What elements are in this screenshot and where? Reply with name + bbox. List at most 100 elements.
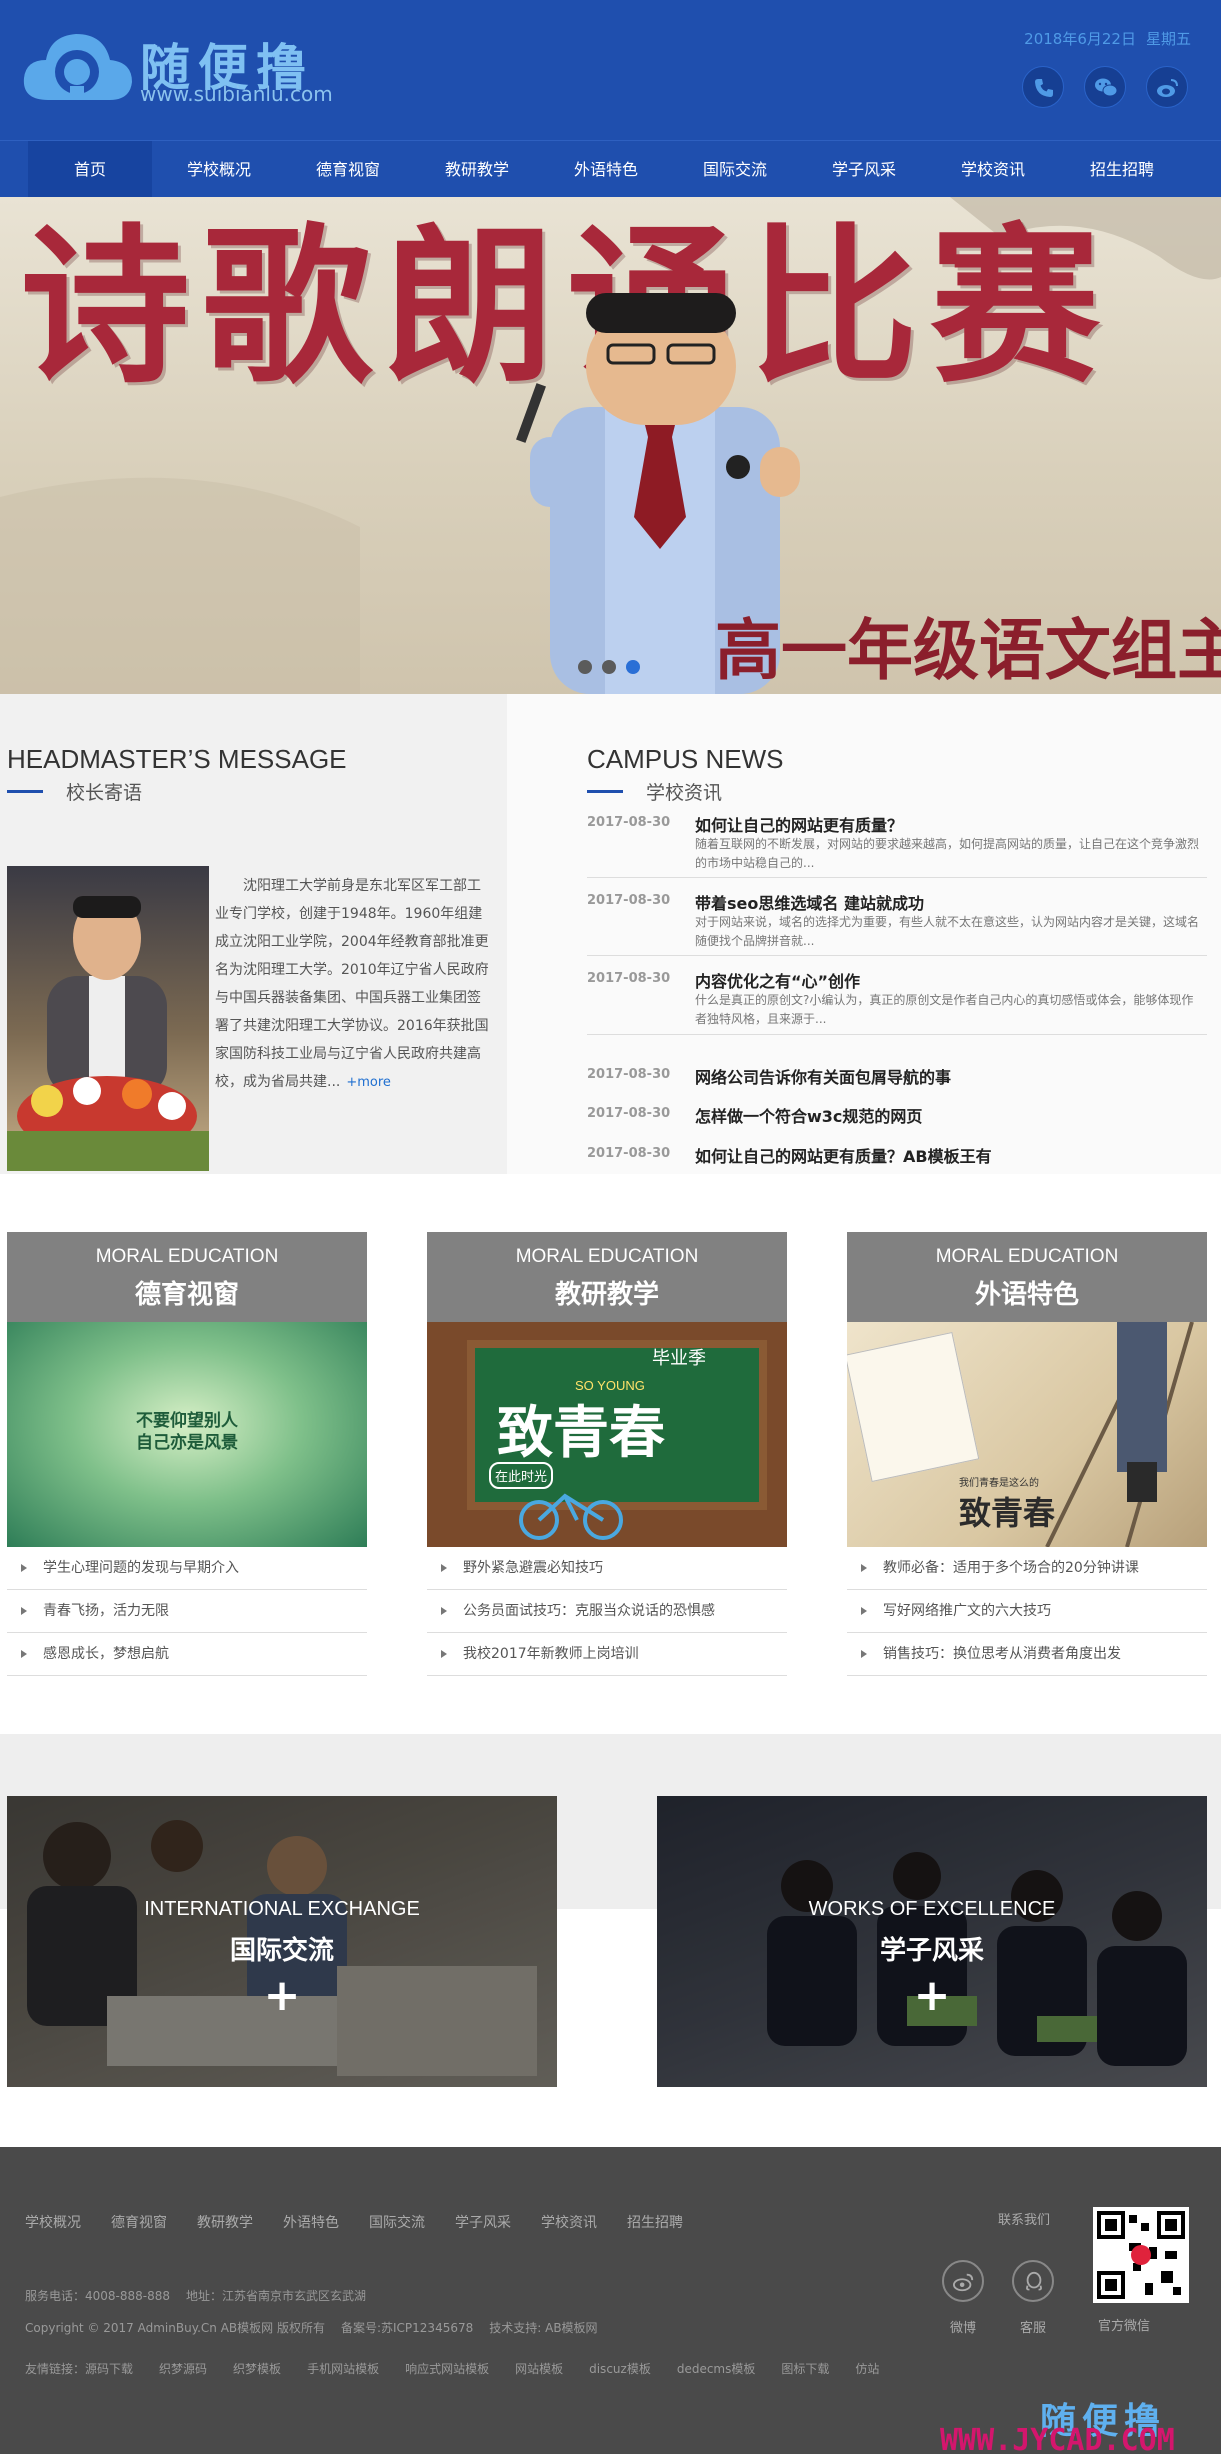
card-languages: MORAL EDUCATION 外语特色 我们青春是这么的 致青春 教师必备：适… xyxy=(847,1232,1207,1677)
card-item-text: 我校2017年新教师上岗培训 xyxy=(463,1646,639,1662)
card-image[interactable]: 不要仰望别人 自己亦是风景 xyxy=(7,1322,367,1547)
news-headline[interactable]: 如何让自己的网站更有质量？AB模板王有 xyxy=(695,1143,992,1167)
news-title: CAMPUS NEWS xyxy=(587,744,784,774)
header-date: 2018年6月22日 星期五 xyxy=(1024,28,1191,49)
site-header: 随便撸 www.suibianlu.com 2018年6月22日 星期五 xyxy=(0,0,1221,140)
news-item[interactable]: 2017-08-30 内容优化之有“心”创作 什么是真正的原创文?小编认为，真正… xyxy=(587,971,1207,1031)
friend-link[interactable]: dedecms模板 xyxy=(677,2362,756,2376)
news-item[interactable]: 2017-08-30 带着seo思维选域名 建站就成功 对于网站来说，域名的选择… xyxy=(587,893,1207,953)
friend-link[interactable]: 图标下载 xyxy=(781,2362,829,2376)
footer-service-button[interactable] xyxy=(1012,2260,1054,2302)
friend-links: 友情链接：源码下载 织梦源码 织梦模板 手机网站模板 响应式网站模板 网站模板 discuz… xyxy=(25,2360,905,2377)
headmaster-body: 沈阳理工大学前身是东北军区军工部工业专门学校，创建于1948年。1960年组建成… xyxy=(215,878,489,1090)
bullet-arrow-icon xyxy=(21,1564,27,1572)
nav-item-international[interactable]: 国际交流 xyxy=(673,141,797,198)
footer-link[interactable]: 教研教学 xyxy=(197,2212,253,2232)
card-image[interactable]: 我们青春是这么的 致青春 xyxy=(847,1322,1207,1547)
friend-link[interactable]: 网站模板 xyxy=(515,2362,563,2376)
feature-works-of-excellence[interactable]: WORKS OF EXCELLENCE 学子风采 + xyxy=(657,1796,1207,2087)
footer-support: 技术支持: AB模板网 xyxy=(489,2321,598,2335)
card-image[interactable]: 毕业季 SO YOUNG 致青春 在此时光 xyxy=(427,1322,787,1547)
wechat-button[interactable] xyxy=(1084,66,1126,108)
friend-link[interactable]: 仿站 xyxy=(855,2362,879,2376)
bullet-arrow-icon xyxy=(861,1650,867,1658)
footer-link[interactable]: 外语特色 xyxy=(283,2212,339,2232)
plus-icon[interactable]: + xyxy=(657,1974,1207,2018)
friend-link[interactable]: 源码下载 xyxy=(85,2362,133,2376)
nav-item-students[interactable]: 学子风采 xyxy=(802,141,926,198)
weibo-icon xyxy=(953,2273,974,2292)
slide-dot-2[interactable] xyxy=(602,660,616,674)
card-item-text: 学生心理问题的发现与早期介入 xyxy=(43,1560,239,1576)
card-header[interactable]: MORAL EDUCATION 教研教学 xyxy=(427,1232,787,1322)
feature-international-exchange[interactable]: INTERNATIONAL EXCHANGE 国际交流 + xyxy=(7,1796,557,2087)
plus-icon[interactable]: + xyxy=(7,1974,557,2018)
site-logo[interactable]: 随便撸 www.suibianlu.com xyxy=(20,20,340,110)
card-list-item[interactable]: 销售技巧：换位思考从消费者角度出发 xyxy=(847,1633,1207,1676)
card-title-en: MORAL EDUCATION xyxy=(95,1246,279,1267)
qr-code-label: 官方微信 xyxy=(1098,2319,1151,2334)
footer-link[interactable]: 国际交流 xyxy=(369,2212,425,2232)
hero-banner[interactable]: 诗歌朗诵比赛 高一年级语文组主 xyxy=(0,197,1221,694)
friend-link[interactable]: 织梦模板 xyxy=(233,2362,281,2376)
footer-link[interactable]: 招生招聘 xyxy=(627,2212,683,2232)
card-list-item[interactable]: 公务员面试技巧：克服当众说话的恐惧感 xyxy=(427,1590,787,1633)
card-list-item[interactable]: 写好网络推广文的六大技巧 xyxy=(847,1590,1207,1633)
news-list-item[interactable]: 2017-08-30 如何让自己的网站更有质量？AB模板王有 xyxy=(587,1146,1207,1168)
bullet-arrow-icon xyxy=(441,1607,447,1615)
news-headline[interactable]: 带着seo思维选域名 建站就成功 xyxy=(695,890,924,914)
card-list-item[interactable]: 学生心理问题的发现与早期介入 xyxy=(7,1547,367,1590)
news-headline[interactable]: 网络公司告诉你有关面包屑导航的事 xyxy=(695,1064,951,1088)
nav-item-home[interactable]: 首页 xyxy=(28,141,152,198)
card-header[interactable]: MORAL EDUCATION 德育视窗 xyxy=(7,1232,367,1322)
weekday-text: 星期五 xyxy=(1145,30,1191,48)
news-item[interactable]: 2017-08-30 如何让自己的网站更有质量？ 随着互联网的不断发展，对网站的… xyxy=(587,815,1207,875)
footer-link[interactable]: 学校资讯 xyxy=(541,2212,597,2232)
news-list-item[interactable]: 2017-08-30 网络公司告诉你有关面包屑导航的事 xyxy=(587,1067,1207,1089)
card-image-caption: 我们青春是这么的 xyxy=(959,1478,1039,1489)
friend-link[interactable]: 响应式网站模板 xyxy=(405,2362,489,2376)
nav-item-school-overview[interactable]: 学校概况 xyxy=(157,141,281,198)
footer-link[interactable]: 学子风采 xyxy=(455,2212,511,2232)
friend-link[interactable]: discuz模板 xyxy=(589,2362,651,2376)
card-list-item[interactable]: 青春飞扬，活力无限 xyxy=(7,1590,367,1633)
slide-dot-3[interactable] xyxy=(626,660,640,674)
news-divider xyxy=(587,877,1207,878)
news-list-item[interactable]: 2017-08-30 怎样做一个符合w3c规范的网页 xyxy=(587,1106,1207,1128)
footer-copyright: Copyright © 2017 AdminBuy.Cn AB模板网 版权所有 xyxy=(25,2321,325,2335)
feature-title-en: INTERNATIONAL EXCHANGE xyxy=(144,1898,420,1920)
nav-item-news[interactable]: 学校资讯 xyxy=(931,141,1055,198)
news-headline[interactable]: 内容优化之有“心”创作 xyxy=(695,968,860,992)
card-header[interactable]: MORAL EDUCATION 外语特色 xyxy=(847,1232,1207,1322)
phone-button[interactable] xyxy=(1022,66,1064,108)
footer-link[interactable]: 学校概况 xyxy=(25,2212,81,2232)
card-list-item[interactable]: 我校2017年新教师上岗培训 xyxy=(427,1633,787,1676)
headmaster-figure xyxy=(7,896,209,1171)
headmaster-more-link[interactable]: +more xyxy=(346,1075,391,1090)
nav-item-teaching[interactable]: 教研教学 xyxy=(415,141,539,198)
nav-item-moral-education[interactable]: 德育视窗 xyxy=(286,141,410,198)
notebook xyxy=(847,1331,980,1483)
friend-link[interactable]: 织梦源码 xyxy=(159,2362,207,2376)
weibo-button[interactable] xyxy=(1146,66,1188,108)
logo-url: www.suibianlu.com xyxy=(140,82,333,106)
footer-link[interactable]: 德育视窗 xyxy=(111,2212,167,2232)
news-date: 2017-08-30 xyxy=(587,1106,671,1121)
news-date: 2017-08-30 xyxy=(587,1146,671,1161)
nav-item-admissions[interactable]: 招生招聘 xyxy=(1060,141,1184,198)
news-headline[interactable]: 如何让自己的网站更有质量？ xyxy=(695,812,903,836)
card-image-caption: 致青春 xyxy=(959,1494,1056,1532)
wechat-qr-code xyxy=(1093,2207,1189,2303)
card-list-item[interactable]: 教师必备：适用于多个场合的20分钟讲课 xyxy=(847,1547,1207,1590)
friend-links-label: 友情链接： xyxy=(25,2362,86,2376)
nav-item-languages[interactable]: 外语特色 xyxy=(544,141,668,198)
news-summary: 对于网站来说，域名的选择尤为重要，有些人就不太在意这些，认为网站内容才是关键，这… xyxy=(695,915,1200,948)
news-headline[interactable]: 怎样做一个符合w3c规范的网页 xyxy=(695,1103,922,1127)
card-list-item[interactable]: 感恩成长，梦想启航 xyxy=(7,1633,367,1676)
footer-weibo-button[interactable] xyxy=(942,2260,984,2302)
friend-link[interactable]: 手机网站模板 xyxy=(307,2362,379,2376)
headmaster-photo xyxy=(7,866,209,1171)
slide-dot-1[interactable] xyxy=(578,660,592,674)
bullet-arrow-icon xyxy=(21,1650,27,1658)
card-list-item[interactable]: 野外紧急避震必知技巧 xyxy=(427,1547,787,1590)
